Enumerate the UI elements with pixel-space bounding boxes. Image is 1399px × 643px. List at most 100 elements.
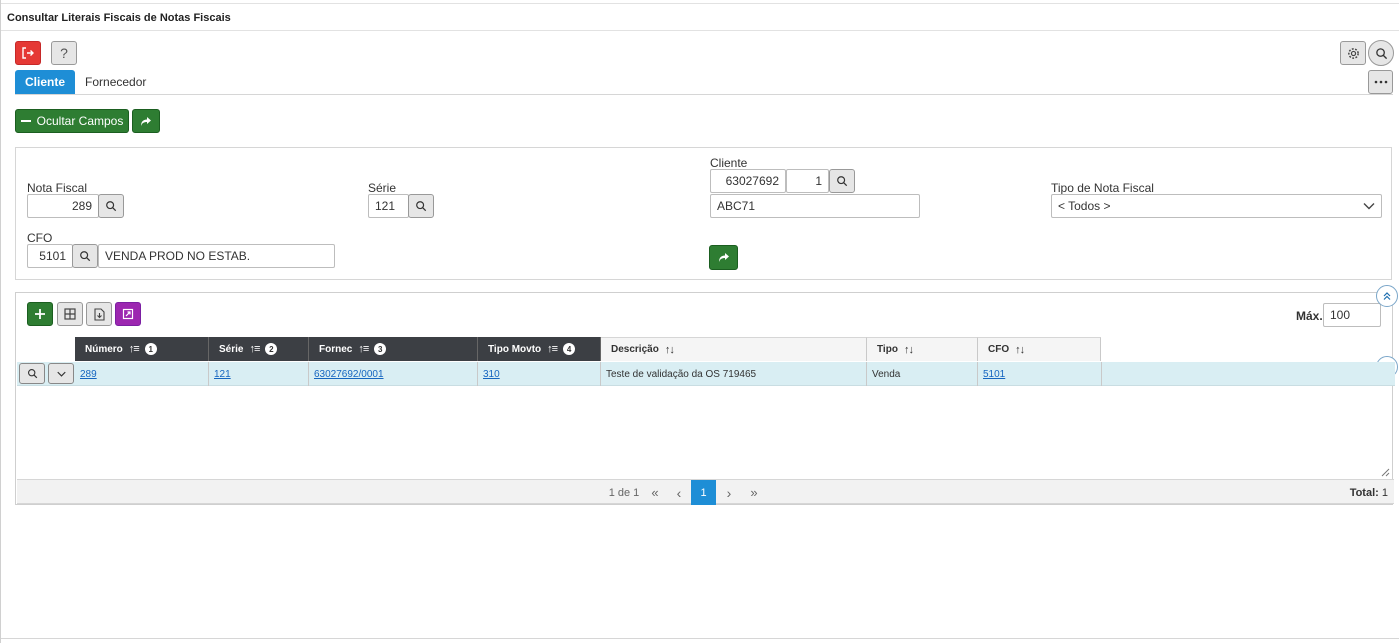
serie-search-button[interactable] (408, 194, 434, 218)
nota-fiscal-input[interactable]: 289 (27, 194, 99, 218)
sort-icon: ↑↓ (903, 343, 914, 356)
column-label: Fornec (319, 343, 353, 355)
sort-asc-icon: ↑≡ (547, 343, 558, 355)
sort-order-badge: 4 (563, 343, 576, 355)
column-descricao[interactable]: Descrição ↑↓ (601, 337, 867, 361)
serie-input[interactable]: 121 (368, 194, 409, 218)
expand-button[interactable] (115, 302, 141, 326)
next-page-button[interactable]: › (717, 480, 741, 505)
cell-tipo-movto: 310 (478, 362, 601, 386)
max-label: Máx. (1296, 309, 1323, 323)
first-page-button[interactable]: « (643, 480, 667, 505)
exit-button[interactable] (15, 41, 41, 65)
sort-icon: ↑↓ (664, 343, 675, 356)
cliente-label: Cliente (710, 156, 748, 170)
search-icon (837, 176, 848, 187)
tipo-nota-label: Tipo de Nota Fiscal (1051, 181, 1154, 195)
logout-icon (22, 47, 34, 59)
max-input[interactable]: 100 (1323, 303, 1381, 327)
tab-cliente[interactable]: Cliente (15, 70, 76, 94)
hide-fields-button[interactable]: Ocultar Campos (15, 109, 129, 133)
row-expand-button[interactable] (48, 363, 74, 384)
cfo-description-field[interactable]: VENDA PROD NO ESTAB. (98, 244, 335, 268)
settings-button[interactable] (1340, 41, 1366, 65)
sort-order-badge: 3 (374, 343, 387, 355)
tab-bar: Cliente Fornecedor (15, 70, 156, 94)
bottom-border (1, 638, 1399, 639)
cliente-seq-input[interactable]: 1 (786, 169, 829, 193)
share-button[interactable] (132, 109, 160, 133)
grid-icon (64, 308, 76, 320)
cfo-input[interactable]: 5101 (27, 244, 73, 268)
column-fornec[interactable]: Fornec ↑≡ 3 (309, 337, 478, 361)
more-options-button[interactable] (1368, 70, 1393, 94)
cell-descricao: Teste de validação da OS 719465 (601, 362, 867, 386)
search-icon (27, 369, 37, 379)
cliente-name-field[interactable]: ABC71 (710, 194, 920, 218)
help-icon: ? (60, 45, 68, 61)
apply-filter-button[interactable] (709, 245, 738, 270)
tipo-movto-link[interactable]: 310 (483, 369, 500, 380)
help-button[interactable]: ? (51, 41, 77, 65)
columns-button[interactable] (57, 302, 83, 326)
collapse-up-button[interactable] (1376, 285, 1398, 307)
export-button[interactable] (86, 302, 112, 326)
file-export-icon (93, 307, 105, 321)
plus-icon (35, 309, 45, 319)
column-label: Descrição (611, 344, 659, 355)
search-icon (1375, 47, 1387, 59)
total-value: 1 (1381, 486, 1388, 499)
sort-asc-icon: ↑≡ (358, 343, 369, 355)
nota-fiscal-search-button[interactable] (98, 194, 124, 218)
add-button[interactable] (27, 302, 53, 326)
tipo-nota-value: < Todos > (1058, 199, 1111, 213)
resize-handle-icon[interactable] (1381, 468, 1390, 477)
column-label: Número (85, 343, 123, 355)
tipo-nota-select[interactable]: < Todos > (1051, 194, 1382, 218)
sort-asc-icon: ↑≡ (249, 343, 260, 355)
forward-icon (718, 253, 729, 262)
total-count: Total: 1 (1350, 480, 1388, 505)
last-page-button[interactable]: » (741, 480, 767, 505)
cell-numero: 289 (75, 362, 209, 386)
minus-icon (20, 120, 31, 122)
grid-header: Número ↑≡ 1 Série ↑≡ 2 Fornec ↑≡ 3 Tipo … (75, 337, 1101, 361)
column-label: Tipo Movto (488, 343, 542, 355)
pagination-bar: 1 de 1 « ‹ 1 › » Total: 1 (17, 479, 1394, 505)
column-cfo[interactable]: CFO ↑↓ (978, 337, 1101, 361)
page-info: 1 de 1 (608, 486, 640, 499)
tab-fornecedor[interactable]: Fornecedor (75, 70, 156, 94)
fornec-link[interactable]: 63027692/0001 (314, 369, 384, 380)
chevron-down-icon (1363, 203, 1375, 210)
tab-divider (15, 94, 1393, 95)
column-label: Série (219, 343, 244, 355)
prev-page-button[interactable]: ‹ (667, 480, 691, 505)
gear-icon (1347, 47, 1359, 59)
double-chevron-up-icon (1383, 292, 1391, 300)
cfo-search-button[interactable] (72, 244, 98, 268)
sort-icon: ↑↓ (1015, 343, 1025, 356)
column-numero[interactable]: Número ↑≡ 1 (75, 337, 209, 361)
search-icon (80, 251, 91, 262)
cliente-code-input[interactable]: 63027692 (710, 169, 786, 193)
page-title: Consultar Literais Fiscais de Notas Fisc… (1, 3, 1399, 31)
numero-link[interactable]: 289 (80, 369, 97, 380)
serie-link[interactable]: 121 (214, 369, 231, 380)
column-tipo[interactable]: Tipo ↑↓ (867, 337, 978, 361)
cell-fornec: 63027692/0001 (309, 362, 478, 386)
sort-order-badge: 1 (144, 343, 157, 355)
total-label: Total: (1349, 486, 1379, 499)
open-external-icon (122, 308, 134, 320)
cliente-search-button[interactable] (829, 169, 855, 193)
sort-asc-icon: ↑≡ (128, 343, 140, 355)
column-tipo-movto[interactable]: Tipo Movto ↑≡ 4 (478, 337, 601, 361)
search-toggle-button[interactable] (1368, 40, 1394, 66)
current-page-button[interactable]: 1 (691, 480, 716, 505)
cell-tipo: Venda (867, 362, 978, 386)
column-serie[interactable]: Série ↑≡ 2 (209, 337, 309, 361)
row-view-button[interactable] (19, 363, 45, 384)
results-panel (15, 292, 1393, 505)
cfo-link[interactable]: 5101 (983, 369, 1005, 380)
nota-fiscal-label: Nota Fiscal (27, 181, 88, 195)
column-label: CFO (988, 344, 1010, 355)
